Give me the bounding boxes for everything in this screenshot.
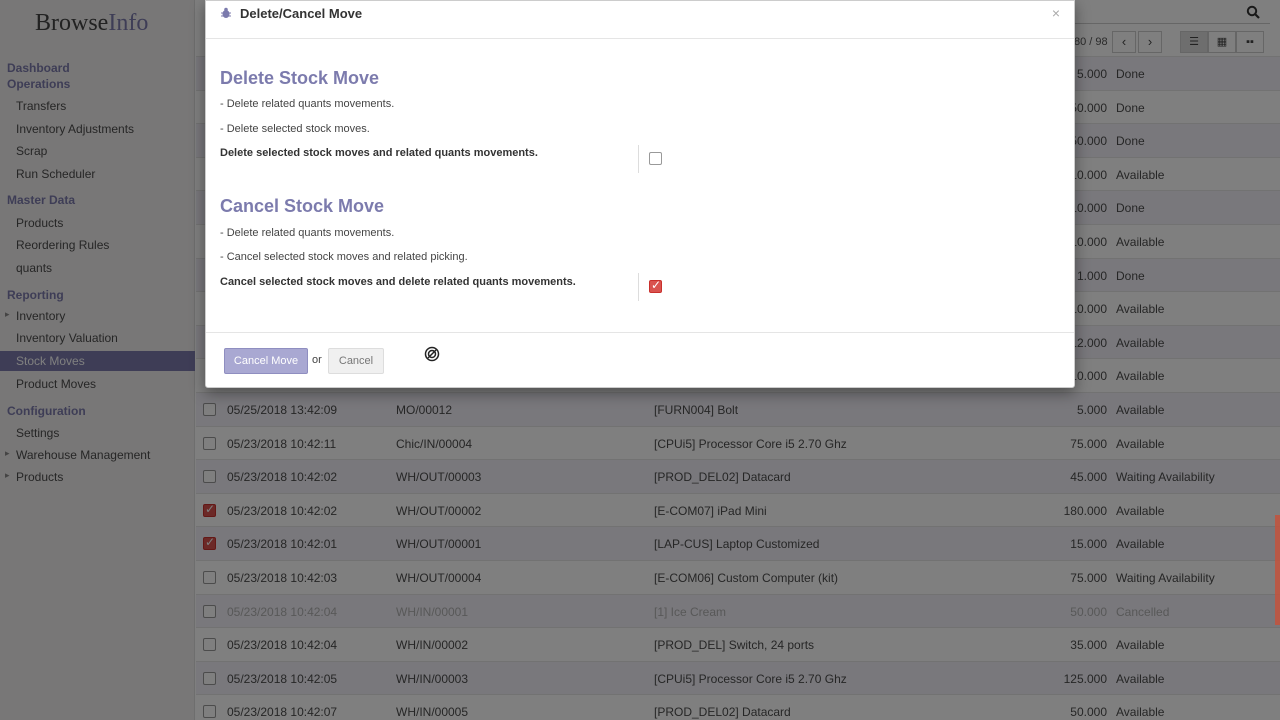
or-text: or xyxy=(312,354,322,366)
delete-cancel-move-dialog: Delete/Cancel Move × Delete Stock Move -… xyxy=(205,0,1075,388)
bug-icon xyxy=(221,7,231,18)
close-icon[interactable]: × xyxy=(1052,5,1060,21)
delete-desc-2: - Delete selected stock moves. xyxy=(220,123,370,135)
modal-footer: Cancel Move or Cancel xyxy=(206,332,1074,388)
busy-cursor-icon xyxy=(424,346,440,362)
modal-header: Delete/Cancel Move × xyxy=(206,1,1074,39)
scroll-indicator[interactable] xyxy=(1275,515,1280,625)
cancel-button[interactable]: Cancel xyxy=(328,348,384,374)
cancel-desc-2: - Cancel selected stock moves and relate… xyxy=(220,251,468,263)
delete-field-label: Delete selected stock moves and related … xyxy=(220,147,538,159)
cancel-stock-move-checkbox[interactable] xyxy=(649,278,662,293)
field-separator xyxy=(638,273,639,301)
cancel-move-button[interactable]: Cancel Move xyxy=(224,348,308,374)
cancel-field-label: Cancel selected stock moves and delete r… xyxy=(220,276,576,288)
cancel-section-title: Cancel Stock Move xyxy=(220,196,385,216)
field-separator xyxy=(638,145,639,173)
delete-desc-1: - Delete related quants movements. xyxy=(220,98,395,110)
cancel-desc-1: - Delete related quants movements. xyxy=(220,227,395,239)
modal-title: Delete/Cancel Move xyxy=(240,6,363,21)
delete-section-title: Delete Stock Move xyxy=(220,68,380,88)
delete-stock-move-checkbox[interactable] xyxy=(649,152,662,165)
